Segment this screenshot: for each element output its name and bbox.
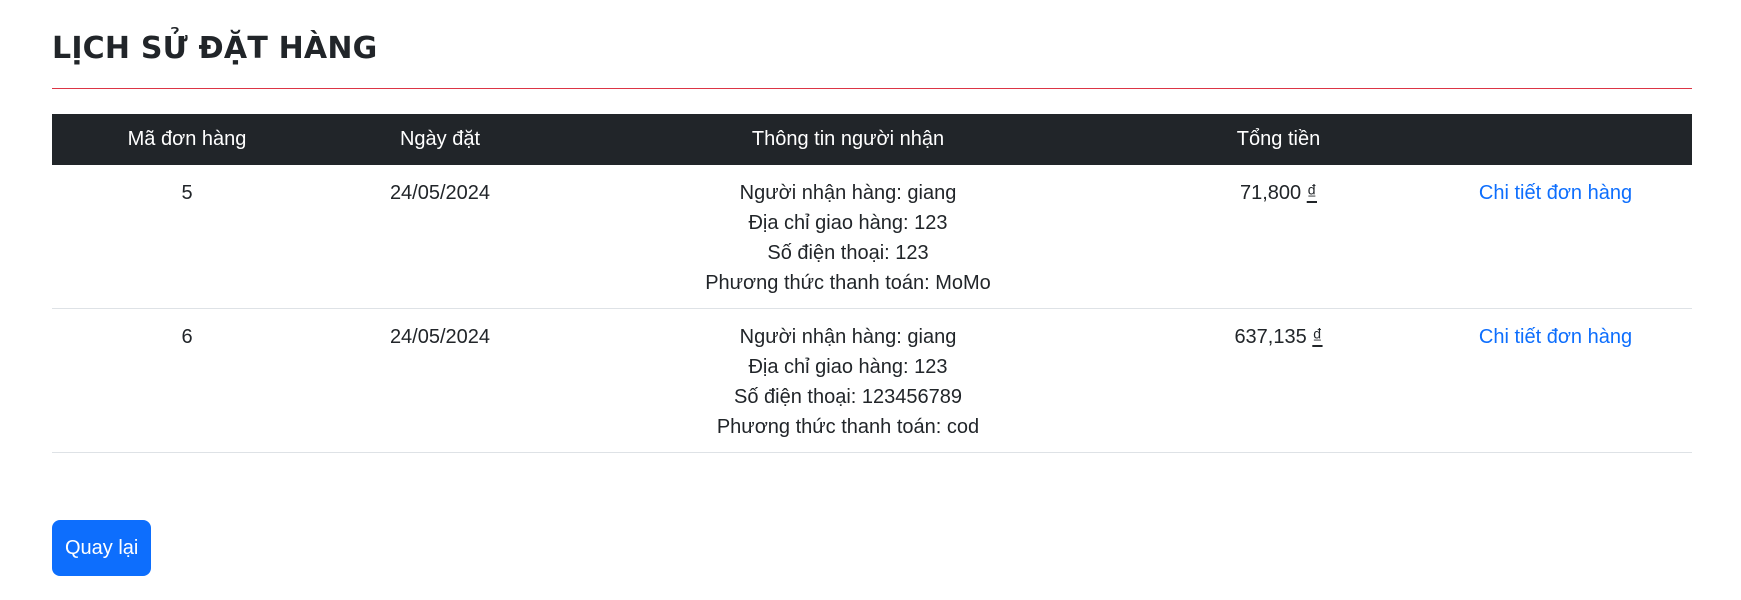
total-amount: 71,800 (1240, 182, 1302, 204)
back-button[interactable]: Quay lại (52, 520, 152, 576)
order-date-cell: 24/05/2024 (322, 165, 558, 309)
column-header-actions (1419, 114, 1692, 165)
column-header-order-date: Ngày đặt (322, 114, 558, 165)
order-id-cell: 5 (52, 165, 322, 309)
order-id-cell: 6 (52, 308, 322, 453)
order-history-table: Mã đơn hàng Ngày đặt Thông tin người nhậ… (52, 114, 1692, 453)
table-header: Mã đơn hàng Ngày đặt Thông tin người nhậ… (52, 114, 1692, 165)
actions-cell: Chi tiết đơn hàng (1419, 165, 1692, 309)
table-header-row: Mã đơn hàng Ngày đặt Thông tin người nhậ… (52, 114, 1692, 165)
order-date-cell: 24/05/2024 (322, 308, 558, 453)
total-amount: 637,135 (1234, 326, 1307, 348)
recipient-info-cell: Người nhận hàng: giang Địa chỉ giao hàng… (558, 308, 1138, 453)
order-detail-link[interactable]: Chi tiết đơn hàng (1479, 326, 1632, 348)
currency-symbol: ₫ (1306, 182, 1317, 204)
payment-method: Phương thức thanh toán: MoMo (705, 272, 991, 294)
phone-number: Số điện thoại: 123 (767, 242, 929, 264)
shipping-address: Địa chỉ giao hàng: 123 (748, 356, 948, 378)
table-row: 6 24/05/2024 Người nhận hàng: giang Địa … (52, 308, 1692, 453)
shipping-address: Địa chỉ giao hàng: 123 (748, 212, 948, 234)
column-header-recipient-info: Thông tin người nhận (558, 114, 1138, 165)
total-cell: 71,800 ₫ (1138, 165, 1419, 309)
payment-method: Phương thức thanh toán: cod (716, 416, 980, 438)
recipient-info-cell: Người nhận hàng: giang Địa chỉ giao hàng… (558, 165, 1138, 309)
column-header-total: Tổng tiền (1138, 114, 1419, 165)
table-row: 5 24/05/2024 Người nhận hàng: giang Địa … (52, 165, 1692, 309)
phone-number: Số điện thoại: 123456789 (734, 386, 962, 408)
table-body: 5 24/05/2024 Người nhận hàng: giang Địa … (52, 165, 1692, 453)
recipient-name: Người nhận hàng: giang (739, 326, 957, 348)
column-header-order-id: Mã đơn hàng (52, 114, 322, 165)
title-divider (52, 88, 1692, 89)
order-history-page: LỊCH SỬ ĐẶT HÀNG Mã đơn hàng Ngày đặt Th… (52, 0, 1692, 576)
actions-cell: Chi tiết đơn hàng (1419, 308, 1692, 453)
recipient-name: Người nhận hàng: giang (739, 182, 957, 204)
page-title: LỊCH SỬ ĐẶT HÀNG (52, 31, 378, 66)
order-detail-link[interactable]: Chi tiết đơn hàng (1479, 182, 1632, 204)
currency-symbol: ₫ (1312, 326, 1323, 348)
total-cell: 637,135 ₫ (1138, 308, 1419, 453)
